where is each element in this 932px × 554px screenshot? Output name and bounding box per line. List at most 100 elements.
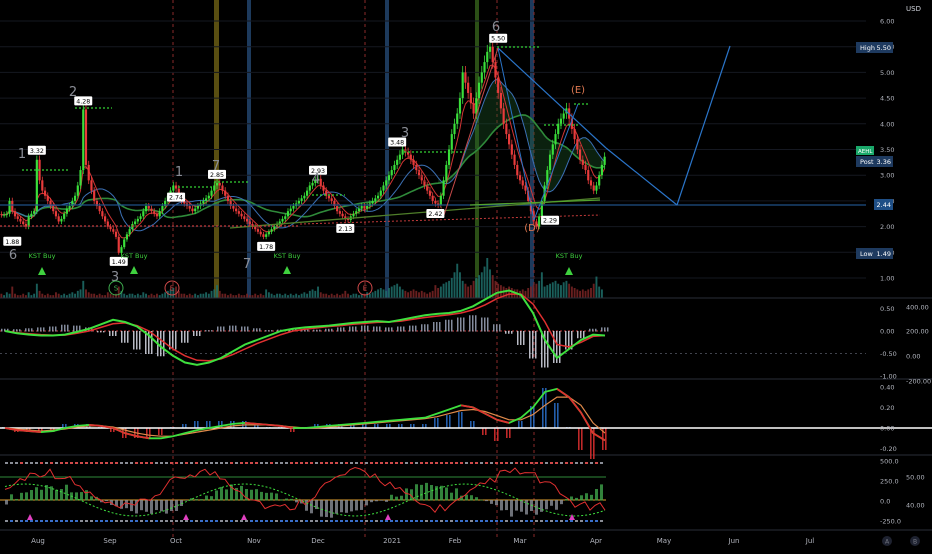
stoch-bottom-tick	[330, 520, 333, 522]
candle-body	[68, 206, 71, 209]
stoch-top-tick	[545, 462, 548, 464]
volume-bar	[592, 283, 595, 298]
candle-body	[595, 185, 598, 191]
ticker-badge-text: AEHL	[858, 149, 873, 155]
stoch-hist-bar	[375, 500, 378, 502]
volume-bar	[142, 292, 145, 298]
candle-body	[76, 185, 79, 196]
volume-bar	[428, 292, 431, 298]
ppo-hist-bar	[499, 324, 501, 332]
candle-body	[589, 180, 593, 186]
volume-bar	[543, 286, 546, 298]
ppo-hist-bar	[379, 326, 381, 332]
stoch-top-tick	[455, 462, 458, 464]
stoch-top-tick	[160, 462, 163, 464]
ppo-hist-bar	[229, 325, 231, 332]
stoch-bottom-tick	[405, 520, 408, 522]
ppo-hist-bar	[580, 331, 582, 339]
stoch-bottom-tick	[445, 520, 448, 522]
ppo-hist-bar	[559, 331, 561, 363]
stoch-hist-bar	[35, 487, 38, 501]
volume-bar	[68, 293, 71, 298]
candle-body	[456, 113, 459, 124]
ppo-tick-label: 0.00	[880, 328, 894, 336]
volume-bar	[562, 282, 565, 298]
stoch-hist-bar	[395, 496, 398, 501]
stoch-top-tick	[470, 462, 473, 464]
stoch-hist-bar	[360, 500, 363, 510]
ppo-hist-bar	[115, 331, 117, 336]
candle-body	[486, 51, 489, 63]
stoch-top-tick	[465, 462, 468, 464]
volume-bar	[442, 283, 445, 298]
stoch-top-tick	[585, 462, 588, 464]
stoch-top-tick	[385, 462, 388, 464]
volume-bar	[418, 292, 420, 298]
volume-bar	[551, 282, 554, 298]
volume-bar	[600, 289, 603, 298]
ppo-hist-bar	[496, 324, 498, 332]
stoch-bottom-tick	[325, 520, 328, 522]
volume-bar	[374, 290, 377, 298]
volume-bar	[478, 275, 481, 298]
stoch-bottom-tick	[385, 520, 388, 522]
stoch-tick-label: 0.0	[880, 498, 890, 506]
kst-hist-bar	[521, 421, 523, 428]
stoch-hist-bar	[330, 500, 333, 518]
candle-body	[477, 82, 481, 99]
ppo-hist-bar	[112, 331, 114, 336]
stoch-top-tick	[600, 462, 603, 464]
stoch-bottom-tick	[270, 520, 273, 522]
kst-hist-bar	[221, 421, 223, 428]
kst-hist-bar	[545, 388, 547, 428]
stoch-top-tick	[90, 462, 93, 464]
volume-bar	[368, 293, 371, 298]
stoch-bottom-tick	[315, 520, 318, 522]
stoch-top-tick	[355, 462, 358, 464]
candle-body	[11, 200, 14, 212]
candle-body	[87, 164, 90, 181]
candle-body	[387, 175, 391, 181]
kst-hist-bar	[449, 415, 451, 428]
ppo-hist-bar	[472, 315, 474, 332]
stoch-tick-label: 500.0	[880, 458, 899, 466]
volume-bar	[584, 290, 587, 298]
ppo-hist-bar	[136, 331, 138, 350]
volume-bar	[41, 293, 44, 298]
time-tick-label: Aug	[31, 537, 45, 545]
stoch-hist-bar	[270, 492, 273, 501]
stoch-bottom-tick	[495, 520, 498, 522]
candle-body	[578, 149, 582, 160]
volume-bar	[308, 290, 311, 298]
volume-bar	[407, 292, 410, 298]
volume-bar	[221, 293, 224, 298]
candle-body	[273, 226, 276, 230]
stoch-top-tick	[125, 462, 128, 464]
stoch-hist-bar	[45, 485, 48, 501]
stoch-bottom-tick	[95, 520, 98, 522]
time-tick-label: Dec	[311, 537, 325, 545]
volume-bar	[590, 288, 592, 298]
stoch-bottom-tick	[390, 520, 393, 522]
kst-hist-bar	[437, 418, 439, 428]
candle-body	[458, 98, 462, 114]
ppo-hist-bar	[175, 331, 177, 350]
currency-label: USD	[906, 5, 921, 13]
candle-body	[303, 195, 306, 199]
stoch-bottom-tick	[600, 520, 603, 522]
stoch-hist-bar	[515, 500, 518, 511]
candle-body	[327, 195, 331, 199]
candle-body	[65, 208, 68, 214]
kst-hist-bar	[434, 418, 436, 428]
ppo-hist-bar	[97, 331, 99, 333]
stoch-hist-bar	[275, 493, 278, 501]
candle-body	[289, 208, 292, 212]
candle-body	[101, 211, 104, 217]
ppo-hist-bar	[223, 326, 225, 332]
stoch-top-tick	[250, 462, 253, 464]
stoch-bottom-tick	[410, 520, 413, 522]
ppo-hist-bar	[247, 326, 249, 332]
stoch-top-tick	[110, 462, 113, 464]
stoch-top-tick	[485, 462, 488, 464]
candle-body	[581, 159, 584, 165]
